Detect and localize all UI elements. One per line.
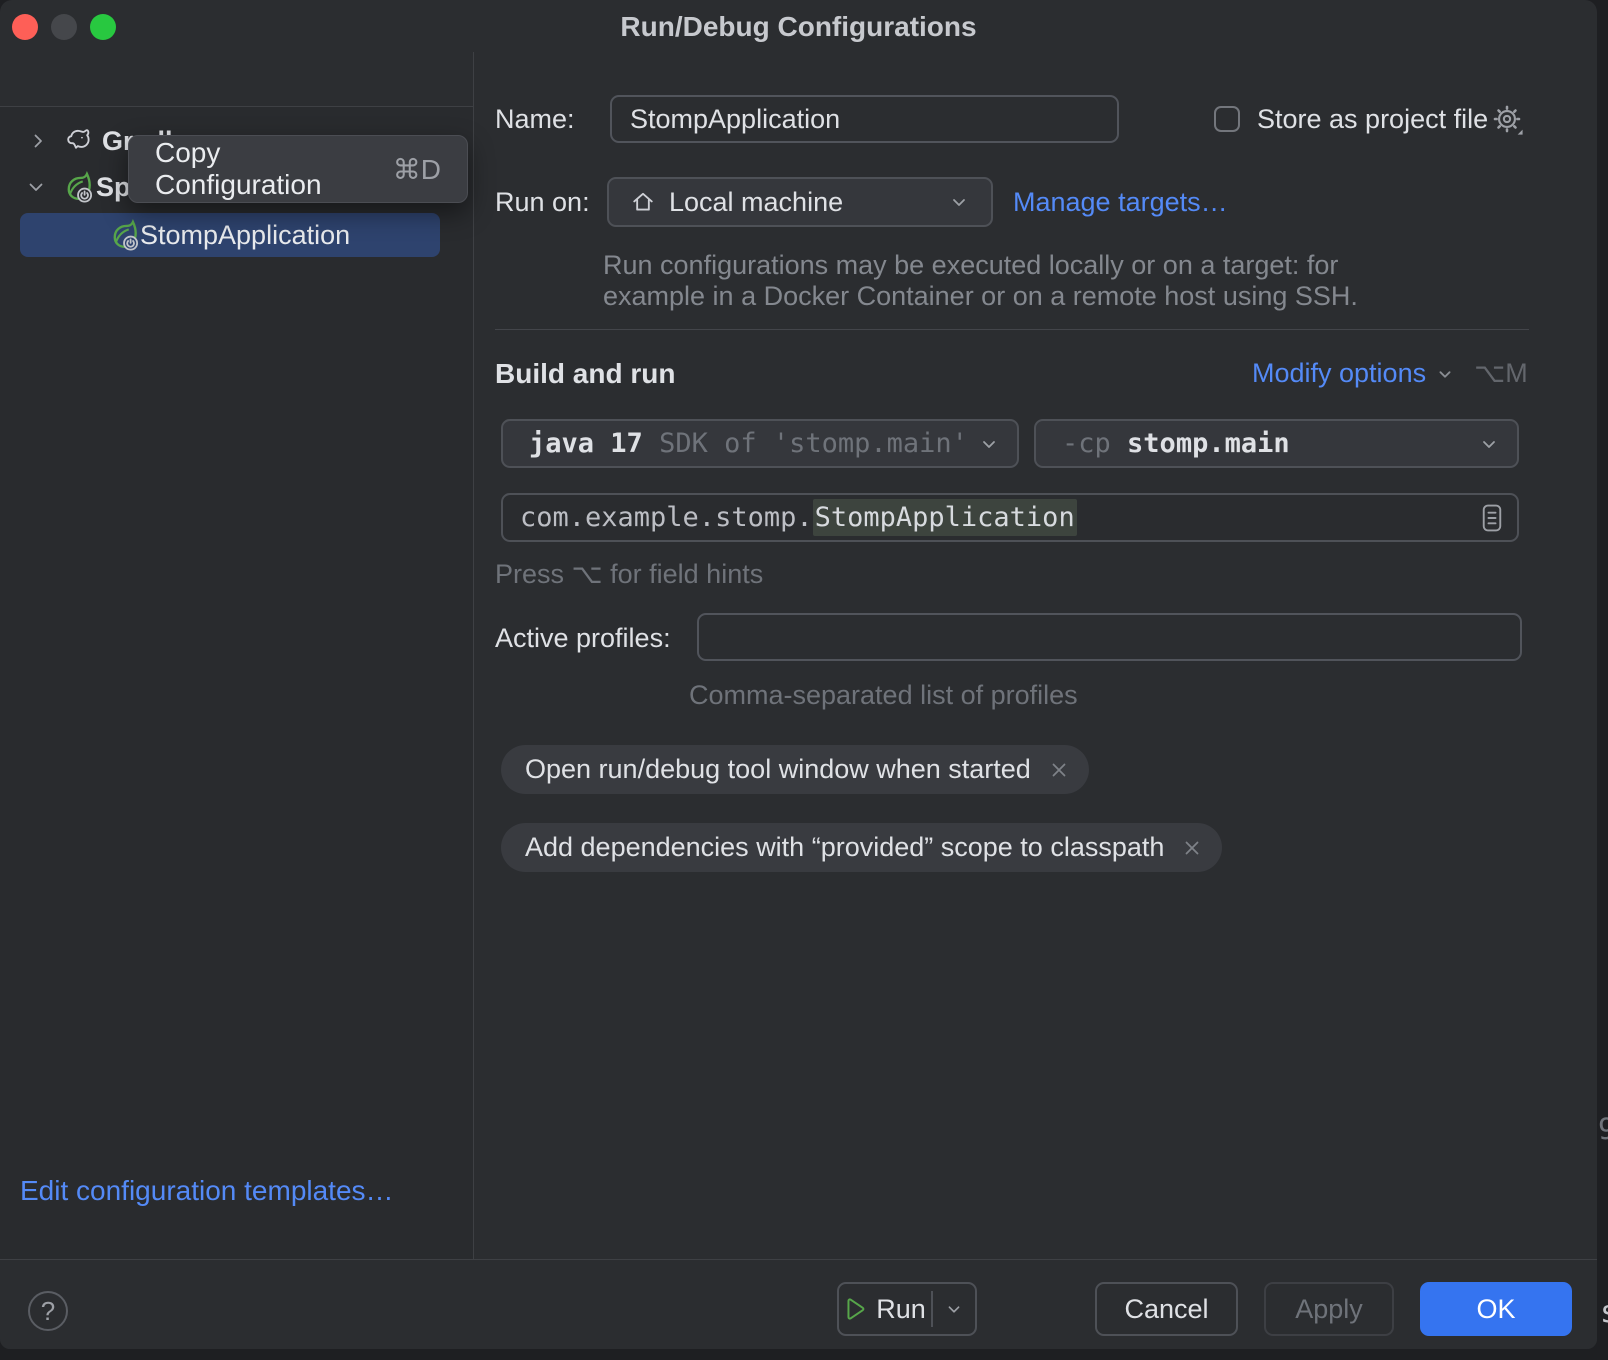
tree-item-label: StompApplication: [140, 220, 350, 251]
backdrop-line-number: 9: [1598, 1112, 1608, 1146]
section-divider: [495, 329, 1529, 330]
name-label: Name:: [495, 104, 575, 135]
tree-item-stomp-application-selected[interactable]: StompApplication: [20, 213, 440, 257]
chip-label: Add dependencies with “provided” scope t…: [525, 832, 1164, 863]
main-class-name: StompApplication: [813, 499, 1077, 536]
run-split-button: Run: [837, 1282, 977, 1336]
title-bar: Run/Debug Configurations: [0, 0, 1597, 52]
name-input[interactable]: [612, 97, 1117, 141]
jre-description: SDK of 'stomp.main' mo: [659, 428, 971, 459]
chevron-right-icon[interactable]: [26, 129, 50, 153]
edit-configuration-templates-link[interactable]: Edit configuration templates…: [20, 1175, 394, 1207]
chip-open-tool-window: Open run/debug tool window when started: [501, 745, 1089, 794]
ok-button[interactable]: OK: [1420, 1282, 1572, 1336]
screen: { "window": { "title": "Run/Debug Config…: [0, 0, 1608, 1360]
dialog-footer: ? Run Cancel Apply OK: [0, 1260, 1597, 1349]
dialog-title: Run/Debug Configurations: [0, 0, 1597, 52]
run-debug-configurations-dialog: Run/Debug Configurations: [0, 0, 1597, 1349]
browse-main-class-icon[interactable]: [1479, 502, 1505, 534]
modify-options-label: Modify options: [1252, 358, 1426, 389]
tree-item-spring-boot[interactable]: Sp: [0, 165, 131, 209]
run-on-label: Run on:: [495, 187, 590, 218]
apply-button[interactable]: Apply: [1264, 1282, 1394, 1336]
cancel-button[interactable]: Cancel: [1095, 1282, 1238, 1336]
chevron-down-icon: [1477, 432, 1501, 456]
main-class-package: com.example.stomp.: [520, 502, 813, 533]
chevron-down-icon: [947, 190, 971, 214]
name-field[interactable]: [610, 95, 1119, 143]
modify-options-shortcut: ⌥M: [1474, 358, 1528, 389]
run-button[interactable]: Run: [839, 1294, 931, 1325]
run-on-value: Local machine: [669, 187, 947, 218]
classpath-module-combobox[interactable]: -cp stomp.main: [1034, 419, 1519, 468]
description-line-2: example in a Docker Container or on a re…: [603, 281, 1358, 312]
manage-targets-link[interactable]: Manage targets…: [1013, 187, 1228, 218]
sidebar-divider: [473, 52, 474, 1259]
store-settings-gear-button[interactable]: [1490, 102, 1524, 141]
gear-icon: [1490, 123, 1524, 140]
active-profiles-input[interactable]: [699, 615, 1520, 659]
chevron-down-icon[interactable]: [24, 175, 48, 199]
run-options-chevron-button[interactable]: [933, 1298, 975, 1320]
footer-action-buttons: Cancel Apply OK: [1095, 1282, 1572, 1336]
active-profiles-field[interactable]: [697, 613, 1522, 661]
modify-options-link[interactable]: Modify options: [1252, 358, 1456, 389]
chip-provided-scope: Add dependencies with “provided” scope t…: [501, 823, 1222, 872]
modify-options-row: Modify options ⌥M: [1252, 358, 1528, 389]
chevron-down-icon: [977, 432, 1001, 456]
jre-value: java 17: [529, 428, 643, 459]
copy-configuration-menu-item[interactable]: Copy Configuration ⌘D: [128, 135, 468, 203]
question-mark-icon: ?: [41, 1296, 55, 1327]
classpath-module-value: stomp.main: [1127, 428, 1290, 459]
classpath-flag: -cp: [1062, 428, 1111, 459]
description-line-1: Run configurations may be executed local…: [603, 250, 1358, 281]
run-play-icon: [844, 1297, 866, 1321]
close-icon[interactable]: [1182, 838, 1202, 858]
configurations-toolbar: a z: [0, 52, 473, 107]
tree-item-label: Sp: [96, 172, 131, 203]
build-and-run-title: Build and run: [495, 358, 675, 390]
chip-label: Open run/debug tool window when started: [525, 754, 1031, 785]
field-hints-text: Press ⌥ for field hints: [495, 559, 763, 590]
run-on-combobox[interactable]: Local machine: [607, 177, 993, 227]
run-button-label: Run: [876, 1294, 926, 1325]
help-button[interactable]: ?: [28, 1291, 68, 1331]
menu-item-label: Copy Configuration: [155, 137, 393, 201]
main-class-field[interactable]: com.example.stomp.StompApplication: [501, 493, 1519, 542]
active-profiles-label: Active profiles:: [495, 623, 671, 654]
gradle-elephant-icon: [64, 127, 96, 155]
spring-boot-icon: [60, 170, 94, 204]
run-on-description: Run configurations may be executed local…: [603, 250, 1358, 312]
menu-item-shortcut: ⌘D: [393, 153, 441, 186]
configurations-tree: Gradle Sp: [0, 107, 473, 1259]
jre-combobox[interactable]: java 17 SDK of 'stomp.main' mo: [501, 419, 1019, 468]
spring-boot-icon: [106, 218, 140, 252]
store-as-project-file-label: Store as project file: [1257, 104, 1488, 135]
home-icon: [629, 188, 657, 216]
active-profiles-hint: Comma-separated list of profiles: [689, 680, 1078, 711]
store-as-project-file-checkbox[interactable]: [1214, 106, 1240, 132]
chevron-down-icon: [1434, 363, 1456, 385]
close-icon[interactable]: [1049, 760, 1069, 780]
backdrop-partial-char: s: [1600, 1295, 1608, 1330]
